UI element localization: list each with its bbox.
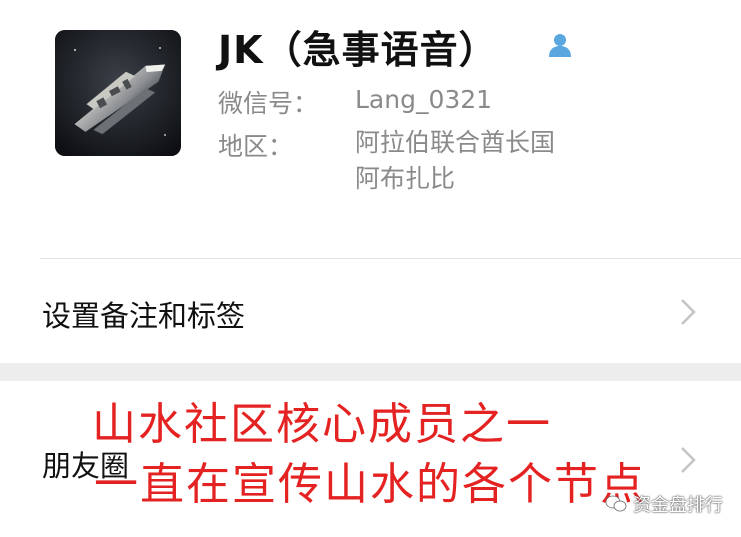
watermark: 资金盘排行 bbox=[605, 491, 723, 517]
remark-and-tags-label: 设置备注和标签 bbox=[42, 299, 246, 333]
spaceship-avatar-image bbox=[55, 30, 181, 156]
region-line-2: 阿布扎比 bbox=[355, 164, 456, 193]
region-label: 地区： bbox=[218, 132, 294, 161]
annotation-line-1: 山水社区核心成员之一 bbox=[92, 399, 552, 450]
chevron-right-icon bbox=[681, 299, 696, 325]
name-row: JK（急事语音） bbox=[218, 18, 498, 74]
remark-and-tags-row[interactable]: 设置备注和标签 bbox=[0, 259, 741, 363]
wechat-logo-icon bbox=[605, 495, 627, 512]
section-gap bbox=[0, 363, 741, 381]
contact-name: JK（急事语音） bbox=[218, 27, 498, 72]
annotation-line-2: 一直在宣传山水的各个节点 bbox=[94, 459, 646, 510]
avatar[interactable] bbox=[55, 30, 181, 156]
region-line-1: 阿拉伯联合酋长国 bbox=[355, 128, 556, 157]
person-icon bbox=[545, 30, 575, 60]
watermark-text: 资金盘排行 bbox=[633, 495, 723, 516]
chevron-right-icon bbox=[681, 447, 696, 473]
profile-card: JK（急事语音） 微信号： Lang_0321 地区： 阿拉伯联合酋长国 阿布扎… bbox=[0, 0, 741, 258]
wechat-id-value: Lang_0321 bbox=[355, 85, 493, 114]
wechat-id-label: 微信号： bbox=[218, 89, 319, 118]
